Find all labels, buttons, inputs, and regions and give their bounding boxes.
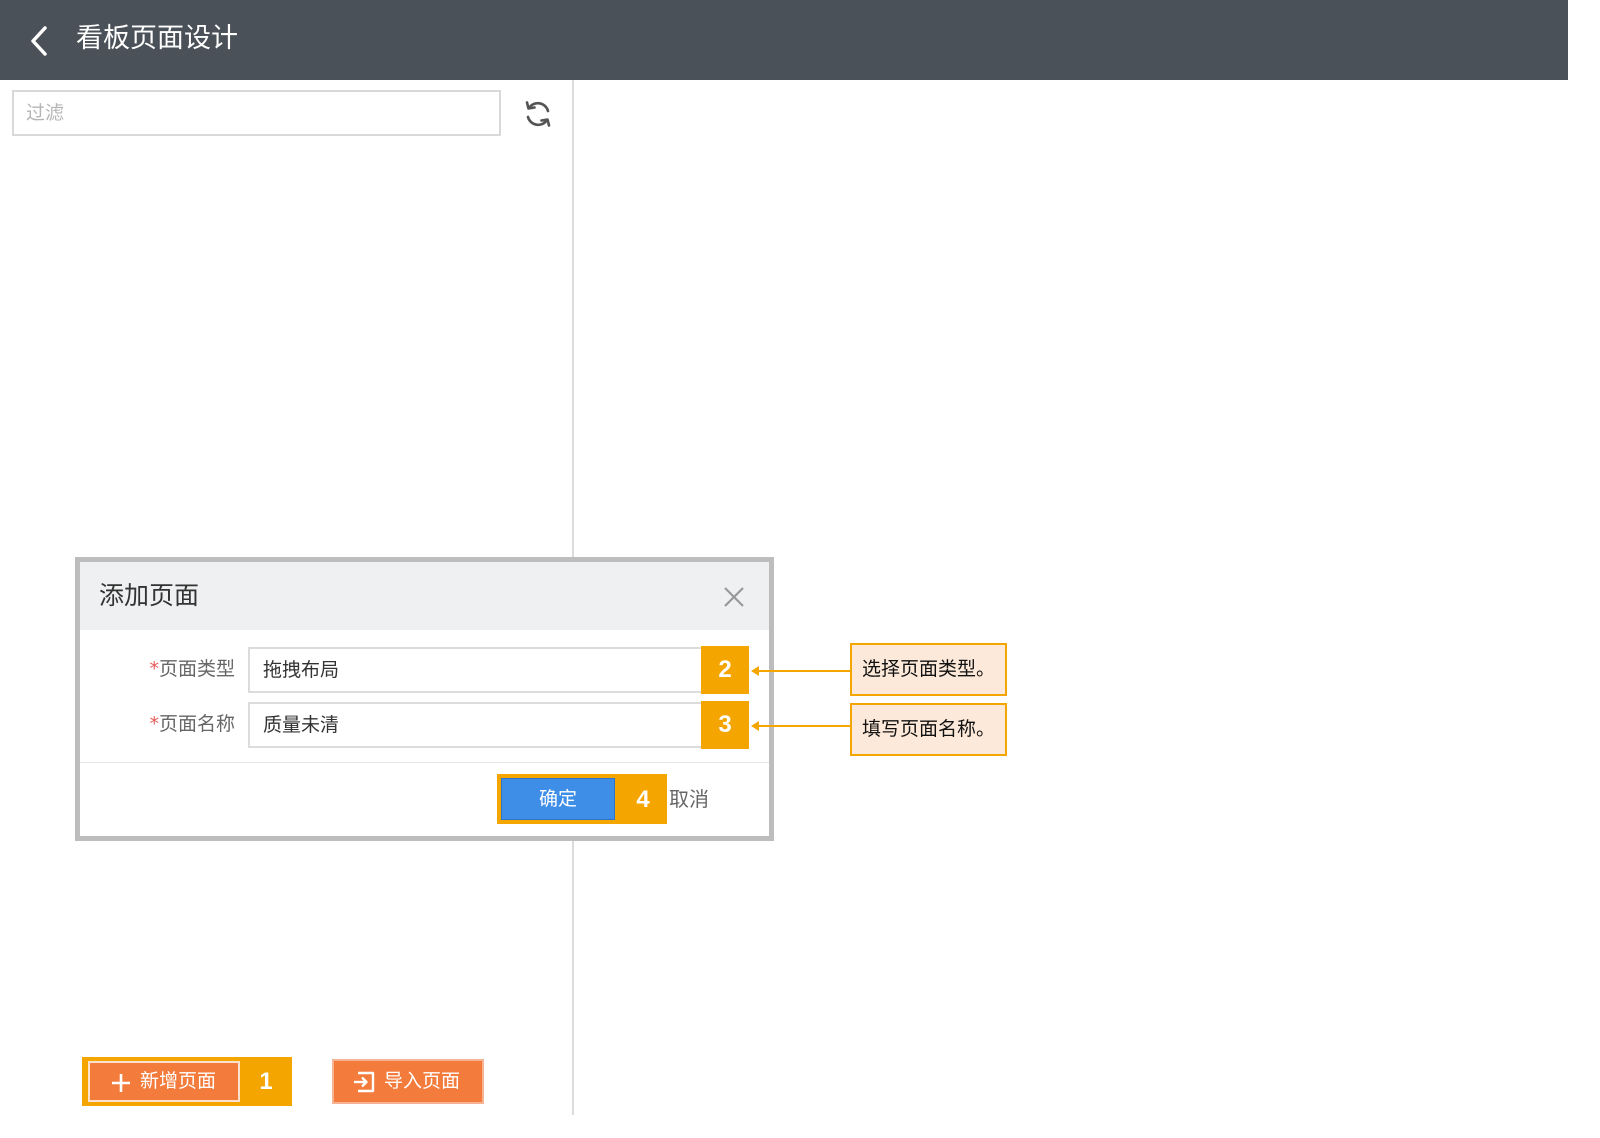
close-icon <box>724 587 744 607</box>
dialog-title: 添加页面 <box>99 581 200 610</box>
import-page-button[interactable]: 导入页面 <box>332 1059 484 1104</box>
confirm-button[interactable]: 确定 <box>501 778 615 820</box>
page-type-label: *页面类型 <box>149 658 235 680</box>
page-name-field[interactable]: 质量未清 <box>248 702 748 748</box>
plus-icon <box>112 1074 130 1092</box>
page-name-label: *页面名称 <box>149 713 235 735</box>
callout-page-type: 选择页面类型。 <box>850 643 1007 696</box>
back-button[interactable] <box>26 24 54 58</box>
step-badge-1: 1 <box>242 1057 290 1106</box>
step-badge-4: 4 <box>619 776 667 824</box>
refresh-button[interactable] <box>522 98 554 130</box>
page-title: 看板页面设计 <box>76 23 238 54</box>
step-badge-2: 2 <box>701 646 749 694</box>
dialog-separator <box>80 762 769 763</box>
filter-input[interactable] <box>12 90 501 136</box>
connector-3 <box>757 725 851 727</box>
cancel-button[interactable]: 取消 <box>669 784 709 814</box>
callout-page-name: 填写页面名称。 <box>850 703 1007 756</box>
import-icon <box>354 1071 375 1093</box>
connector-2 <box>757 670 851 672</box>
add-page-label: 新增页面 <box>140 1070 217 1092</box>
add-page-button[interactable]: 新增页面 <box>88 1061 240 1102</box>
import-page-label: 导入页面 <box>384 1070 461 1092</box>
refresh-icon <box>525 101 551 127</box>
page-type-select[interactable]: 拖拽布局 <box>248 647 748 693</box>
close-button[interactable] <box>721 584 747 610</box>
top-bar: 看板页面设计 <box>0 0 1568 80</box>
chevron-left-icon <box>31 26 47 56</box>
step-badge-3: 3 <box>701 701 749 749</box>
dialog-header: 添加页面 <box>80 562 769 630</box>
